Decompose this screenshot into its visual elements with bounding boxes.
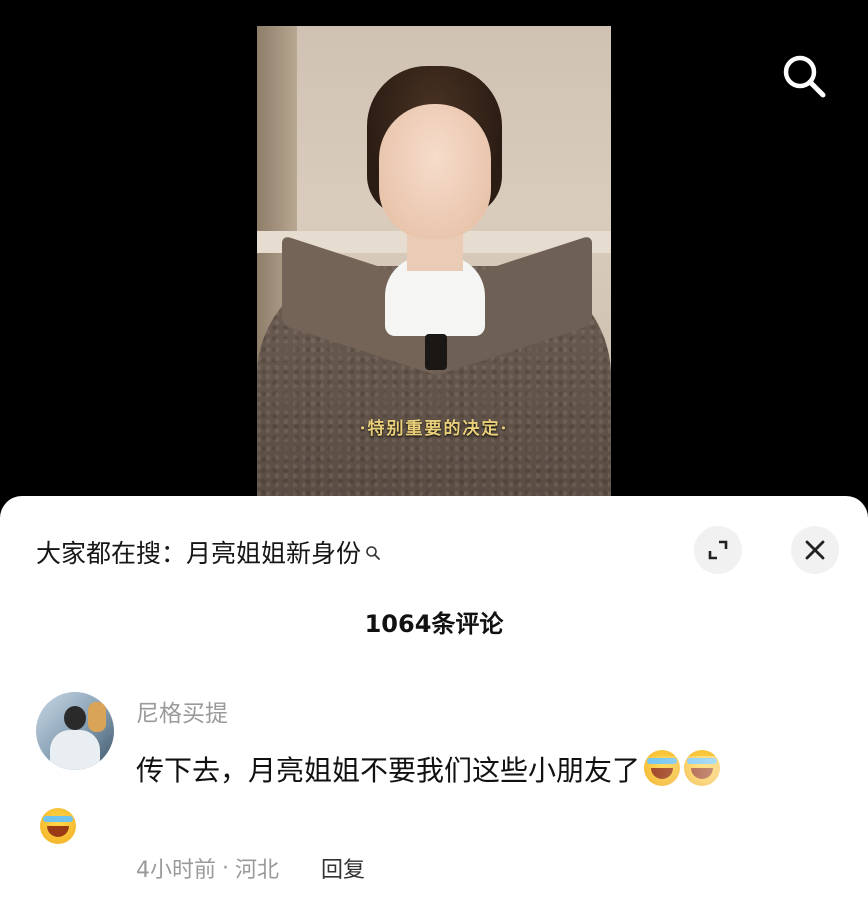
comment-username[interactable]: 尼格买提 [136, 694, 228, 728]
comment-sheet: 大家都在搜： 月亮姐姐新身份 1064条评论 尼格买提 传下去，月亮姐姐不要我们… [0, 496, 868, 900]
avatar[interactable] [36, 692, 114, 770]
close-icon [805, 540, 825, 560]
reply-button[interactable]: 回复 [321, 852, 365, 884]
video-player[interactable]: ·特别重要的决定· [257, 26, 611, 496]
comment-count: 1064条评论 [364, 610, 504, 638]
search-icon [365, 538, 381, 560]
person-face [379, 104, 491, 239]
laugh-cry-emoji-icon [40, 808, 76, 844]
comment-text: 传下去，月亮姐姐不要我们这些小朋友了 [40, 742, 826, 844]
trending-search-link[interactable]: 大家都在搜： 月亮姐姐新身份 [36, 532, 381, 572]
comment-time: 4小时前 [136, 858, 216, 883]
expand-icon [708, 540, 728, 560]
close-button[interactable] [791, 526, 839, 574]
video-subtitle: ·特别重要的决定· [359, 419, 509, 439]
comment-body: 传下去，月亮姐姐不要我们这些小朋友了 [136, 754, 641, 787]
laugh-cry-emoji-icon [644, 750, 681, 786]
search-icon[interactable] [776, 48, 832, 104]
app-screen: ·特别重要的决定· 大家都在搜： 月亮姐姐新身份 1064条评论 尼格买提 传下… [0, 0, 868, 900]
comment-location: 河北 [235, 858, 280, 883]
comment-meta: 4小时前 · 河北 回复 [136, 852, 365, 884]
trending-search-prefix: 大家都在搜： [36, 539, 187, 568]
trending-search-query: 月亮姐姐新身份 [186, 539, 362, 568]
meta-separator: · [222, 855, 229, 881]
expand-button[interactable] [694, 526, 742, 574]
laugh-cry-emoji-icon [684, 750, 721, 786]
